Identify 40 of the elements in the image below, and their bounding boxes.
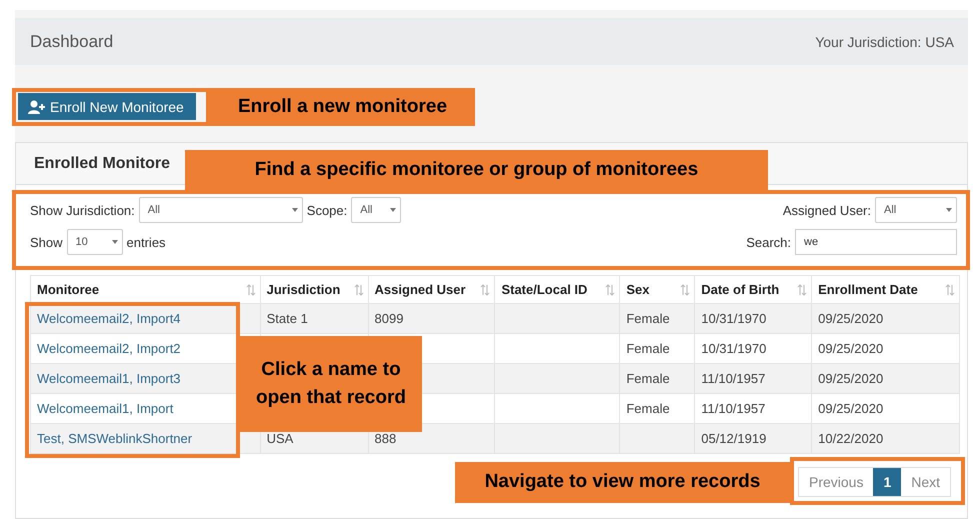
assigned-user-select[interactable]: All	[875, 197, 957, 223]
sort-icon[interactable]	[480, 284, 490, 296]
filter-label: Scope:	[306, 202, 348, 218]
card-title: Enrolled Monitore	[34, 154, 170, 172]
sort-icon[interactable]	[605, 284, 616, 296]
sort-icon[interactable]	[354, 284, 364, 296]
filter-label: entries	[126, 234, 166, 250]
column-header[interactable]: Monitoree	[30, 276, 260, 304]
column-header[interactable]: Jurisdiction	[260, 276, 368, 304]
search-field[interactable]: we	[795, 229, 957, 255]
sort-icon[interactable]	[680, 284, 690, 296]
scope-select[interactable]: All	[351, 197, 402, 223]
column-header[interactable]: Date of Birth	[694, 276, 812, 304]
sort-icon[interactable]	[797, 284, 808, 296]
jurisdiction-label: Your Jurisdiction: USA	[815, 34, 954, 50]
column-header[interactable]: State/Local ID	[494, 276, 620, 304]
entries-select[interactable]: 10	[66, 229, 123, 255]
table-cell: 10/22/2020	[812, 424, 960, 454]
filter-label: Show	[30, 234, 63, 250]
caret-icon	[946, 208, 952, 212]
caret-icon	[390, 208, 396, 212]
column-header[interactable]: Assigned User	[368, 276, 495, 304]
filter-label: Assigned User:	[782, 202, 871, 218]
enroll-button[interactable]: Enroll New Monitoree	[18, 93, 196, 120]
user-plus-icon	[28, 100, 46, 114]
sort-icon[interactable]	[945, 284, 955, 296]
jurisdiction-select[interactable]: All	[138, 197, 303, 223]
page-button[interactable]: 1	[873, 468, 902, 496]
search-label: Search:	[746, 234, 791, 250]
filter-label: Show Jurisdiction:	[30, 202, 135, 218]
table-cell: 05/12/1919	[694, 424, 812, 454]
caret-icon	[112, 240, 118, 244]
annotation-callout: Navigate to view more records	[455, 462, 790, 503]
page-title: Dashboard	[30, 32, 114, 52]
column-header[interactable]: Enrollment Date	[812, 276, 960, 304]
annotation-callout: Find a specific monitoree or group of monitorees	[185, 150, 768, 190]
caret-icon	[292, 208, 298, 212]
annotation-callout: Enroll a new monitoree	[210, 88, 475, 126]
sort-icon[interactable]	[246, 284, 256, 296]
annotation-callout: Click a name to open that record	[240, 336, 422, 432]
